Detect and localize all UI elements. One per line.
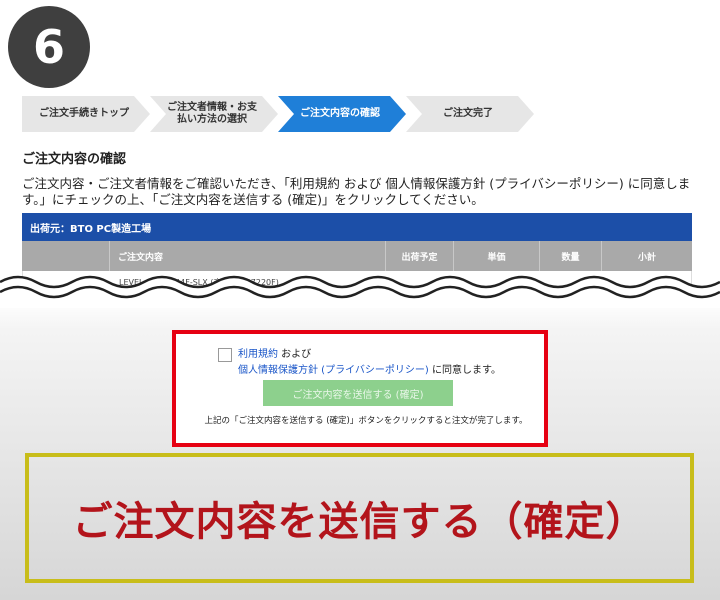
- header-unit-price: 単価: [454, 241, 540, 271]
- agree-label-line2: 個人情報保護方針 (プライバシーポリシー) に同意します。: [238, 361, 501, 376]
- checkout-progress-steps: ご注文手続きトップ ご注文者情報・お支払い方法の選択 ご注文内容の確認 ご注文完…: [22, 96, 542, 132]
- terms-link[interactable]: 利用規約: [238, 349, 278, 360]
- agree-suffix: に同意します。: [428, 365, 501, 376]
- page-break-wave: [0, 275, 720, 308]
- agree-checkbox[interactable]: [218, 348, 232, 362]
- agree-label-line1: 利用規約 および: [238, 345, 311, 360]
- and-text: および: [278, 349, 312, 360]
- step-customer-info: ご注文者情報・お支払い方法の選択: [150, 96, 278, 132]
- submit-note: 上記の「ご注文内容を送信する (確定)」ボタンをクリックすると注文が完了します。: [204, 416, 528, 426]
- header-quantity: 数量: [540, 241, 602, 271]
- ship-from-bar: 出荷元：BTO PC製造工場: [22, 213, 692, 241]
- step-confirm-order-active: ご注文内容の確認: [278, 96, 406, 132]
- submit-order-button[interactable]: ご注文内容を送信する (確定): [263, 380, 453, 406]
- header-order-content: ご注文内容: [110, 241, 386, 271]
- step-order-complete: ご注文完了: [406, 96, 534, 132]
- step-order-top: ご注文手続きトップ: [22, 96, 150, 132]
- caption-text: ご注文内容を送信する（確定）: [72, 499, 647, 545]
- step-number-badge: 6: [8, 6, 90, 88]
- header-ship-date: 出荷予定: [386, 241, 454, 271]
- privacy-policy-link[interactable]: 個人情報保護方針 (プライバシーポリシー): [238, 365, 429, 376]
- intro-instructions: ご注文内容・ご注文者情報をご確認いただき、「利用規約 および 個人情報保護方針 …: [22, 176, 691, 207]
- order-table-header: ご注文内容 出荷予定 単価 数量 小計: [22, 241, 692, 271]
- header-subtotal: 小計: [637, 252, 656, 263]
- caption-box: ご注文内容を送信する（確定）: [25, 453, 694, 583]
- header-blank: [22, 241, 110, 271]
- page-title: ご注文内容の確認: [22, 152, 127, 167]
